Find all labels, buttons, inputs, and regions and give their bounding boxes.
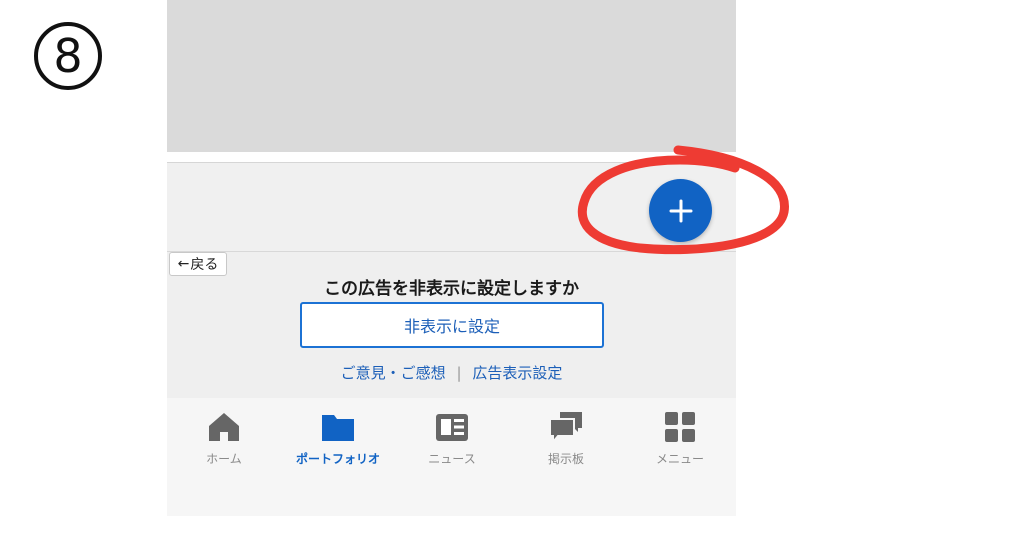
- bottom-tab-bar: ホーム ポートフォリオ ニュース 掲示板 メニュー: [167, 398, 736, 516]
- folder-icon: [322, 415, 354, 441]
- tab-label: ポートフォリオ: [295, 452, 380, 466]
- hide-ad-button[interactable]: 非表示に設定: [300, 302, 604, 348]
- hide-ad-question: この広告を非表示に設定しますか: [324, 279, 579, 299]
- back-label: 戻る: [190, 257, 219, 273]
- step-number-badge: 8: [34, 22, 102, 90]
- tab-home[interactable]: ホーム: [167, 410, 281, 470]
- home-icon: [209, 413, 239, 441]
- add-button[interactable]: [649, 179, 712, 242]
- back-arrow-icon: ←: [177, 256, 190, 272]
- ad-image-placeholder: [167, 0, 736, 152]
- tab-menu[interactable]: メニュー: [623, 410, 737, 470]
- link-separator: |: [456, 364, 462, 382]
- feedback-link[interactable]: ご意見・ご感想: [341, 364, 446, 382]
- ad-settings-link[interactable]: 広告表示設定: [472, 364, 562, 382]
- plus-icon: [669, 199, 692, 222]
- grid-menu-icon: [665, 412, 695, 442]
- ad-hide-panel: ← 戻る この広告を非表示に設定しますか 非表示に設定 ご意見・ご感想 | 広告…: [167, 251, 736, 399]
- ad-links-row: ご意見・ご感想 | 広告表示設定: [167, 362, 736, 383]
- tab-portfolio[interactable]: ポートフォリオ: [281, 410, 395, 470]
- tab-label: ニュース: [428, 452, 476, 466]
- tab-news[interactable]: ニュース: [395, 410, 509, 470]
- tab-label: 掲示板: [547, 452, 584, 466]
- newspaper-icon: [436, 414, 468, 441]
- screenshot-canvas: 8 ← 戻る この広告を非表示に設定しますか 非表示に設定 ご意見・ご感想 | …: [0, 0, 1024, 538]
- back-button[interactable]: ← 戻る: [169, 252, 227, 276]
- chat-bubbles-icon: [549, 412, 582, 444]
- tab-forum[interactable]: 掲示板: [509, 410, 623, 470]
- app-screen: ← 戻る この広告を非表示に設定しますか 非表示に設定 ご意見・ご感想 | 広告…: [167, 0, 736, 538]
- tab-label: ホーム: [206, 452, 242, 466]
- tab-label: メニュー: [655, 452, 704, 466]
- step-number: 8: [53, 29, 83, 83]
